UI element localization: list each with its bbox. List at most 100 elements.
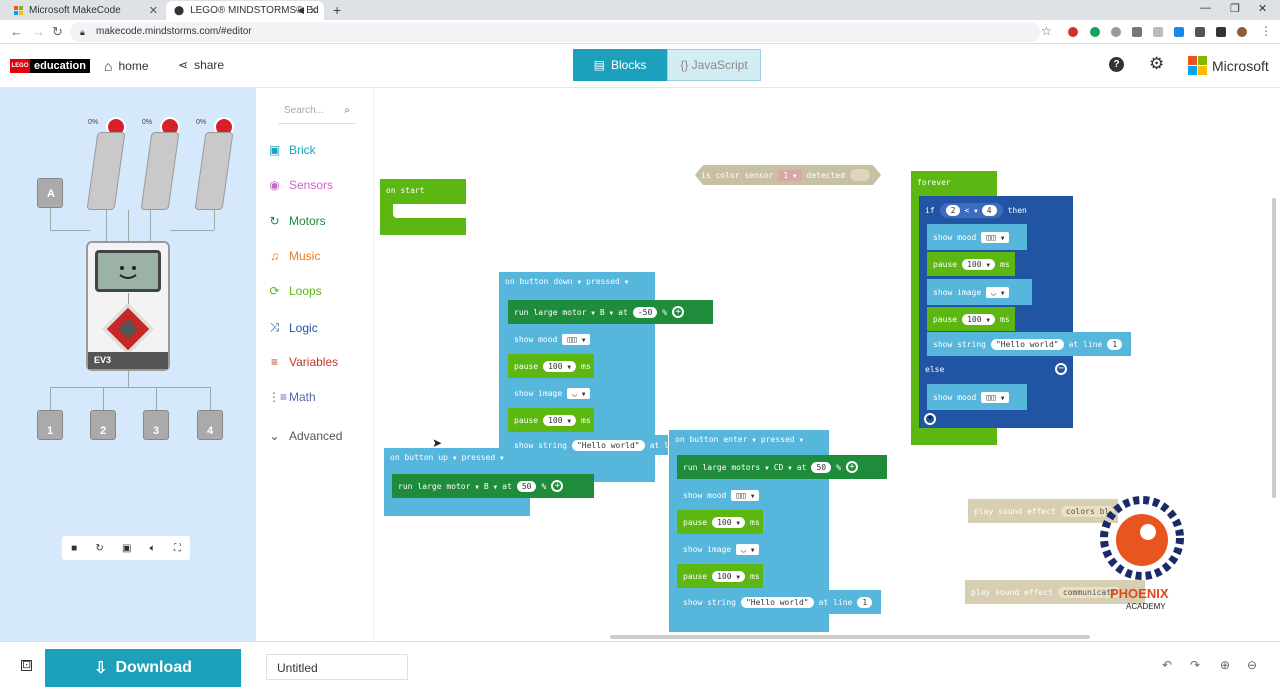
- new-tab-button[interactable]: +: [333, 2, 341, 18]
- show-mood-block[interactable]: show mood ◫◫ ▼: [927, 384, 1027, 410]
- image-dropdown[interactable]: ◡ ▼: [986, 286, 1010, 298]
- ms-input[interactable]: 100 ▼: [712, 516, 745, 528]
- undo-icon[interactable]: ↶: [1162, 658, 1172, 672]
- adblock-extension-icon[interactable]: [1068, 27, 1078, 37]
- expand-plus-icon[interactable]: +: [672, 306, 685, 318]
- speed-input[interactable]: 50: [811, 461, 832, 473]
- pause-block[interactable]: pause 100 ▼ ms: [677, 510, 763, 534]
- horizontal-scrollbar[interactable]: [610, 635, 1090, 639]
- extension-icon[interactable]: [1216, 27, 1226, 37]
- show-mood-block[interactable]: show mood ◫◫ ▼: [508, 327, 607, 351]
- project-name-input[interactable]: Untitled: [266, 654, 408, 680]
- run-motor-block[interactable]: run large motor ▼ B ▼ at -50 % +: [508, 300, 713, 324]
- port-dropdown[interactable]: 1 ▼: [778, 169, 802, 181]
- microsoft-logo[interactable]: Microsoft: [1188, 56, 1269, 75]
- grammarly-extension-icon[interactable]: [1090, 27, 1100, 37]
- blocks-tab[interactable]: ▤ Blocks: [573, 49, 667, 81]
- browser-tab-makecode[interactable]: Microsoft MakeCode ✕: [6, 1, 164, 20]
- restart-icon[interactable]: ↻: [95, 543, 103, 554]
- bookmark-star-icon[interactable]: ☆: [1041, 24, 1052, 38]
- zoom-out-icon[interactable]: ⊖: [1247, 658, 1257, 672]
- puzzle-extensions-icon[interactable]: [1195, 27, 1205, 37]
- stop-icon[interactable]: ■: [71, 543, 77, 554]
- ms-input[interactable]: 100 ▼: [962, 313, 995, 325]
- category-music[interactable]: ♫ Music: [268, 249, 320, 263]
- show-string-block[interactable]: show string "Hello world" at l: [508, 435, 669, 455]
- collapse-minus-icon[interactable]: −: [1055, 363, 1067, 375]
- mood-dropdown[interactable]: ◫◫ ▼: [562, 333, 591, 345]
- expand-plus-icon[interactable]: +: [845, 461, 858, 473]
- number-input[interactable]: 4: [981, 204, 997, 216]
- ms-input[interactable]: 100 ▼: [543, 414, 576, 426]
- image-dropdown[interactable]: ◡ ▼: [736, 543, 760, 555]
- mute-icon[interactable]: 🔈︎: [150, 543, 156, 554]
- close-window-button[interactable]: ✕: [1258, 2, 1267, 15]
- line-input[interactable]: 1: [1107, 338, 1123, 350]
- mood-dropdown[interactable]: ◫◫ ▼: [981, 231, 1010, 243]
- minimize-window-button[interactable]: —: [1200, 2, 1211, 14]
- screenshot-icon[interactable]: ▣: [122, 543, 131, 554]
- port-dropdown[interactable]: CD ▼: [774, 463, 792, 472]
- category-logic[interactable]: ⤨ Logic: [268, 320, 318, 335]
- speed-input[interactable]: -50: [632, 306, 658, 318]
- motor-dropdown[interactable]: large motor ▼: [417, 482, 478, 491]
- ms-input[interactable]: 100 ▼: [712, 570, 745, 582]
- extension-icon[interactable]: [1132, 27, 1142, 37]
- sensor-port-2[interactable]: 2: [90, 410, 116, 440]
- pause-block[interactable]: pause 100 ▼ ms: [677, 564, 763, 588]
- fullscreen-icon[interactable]: ⛶: [174, 543, 181, 554]
- number-input[interactable]: 2: [945, 204, 961, 216]
- compare-block[interactable]: 2 < ▼ 4: [939, 202, 1003, 218]
- show-mood-block[interactable]: show mood ◫◫ ▼: [677, 483, 775, 507]
- string-input[interactable]: "Hello world": [740, 596, 814, 608]
- large-motor-c[interactable]: [140, 132, 180, 210]
- ms-input[interactable]: 100 ▼: [543, 360, 576, 372]
- profile-avatar-icon[interactable]: [1237, 27, 1247, 37]
- operator-dropdown[interactable]: < ▼: [964, 206, 977, 215]
- restore-window-button[interactable]: ❐: [1230, 2, 1240, 15]
- ms-input[interactable]: 100 ▼: [962, 258, 995, 270]
- sensor-port-4[interactable]: 4: [197, 410, 223, 440]
- extension-icon[interactable]: [1153, 27, 1163, 37]
- pause-block[interactable]: pause 100 ▼ ms: [508, 408, 594, 432]
- share-button[interactable]: ⋖ share: [178, 58, 224, 72]
- color-sensor-block[interactable]: is color sensor 1 ▼ detected: [695, 165, 881, 185]
- javascript-tab[interactable]: {} JavaScript: [667, 49, 761, 81]
- motor-dropdown[interactable]: large motors ▼: [702, 463, 768, 472]
- audio-icon[interactable]: ◀︎: [297, 5, 304, 16]
- close-tab-icon[interactable]: ✕: [149, 4, 158, 17]
- port-dropdown[interactable]: B ▼: [484, 482, 497, 491]
- mood-dropdown[interactable]: ◫◫ ▼: [731, 489, 760, 501]
- extension-icon[interactable]: [1111, 27, 1121, 37]
- run-motor-block[interactable]: run large motor ▼ B ▼ at 50 % +: [392, 474, 594, 498]
- help-icon[interactable]: ?: [1109, 57, 1124, 72]
- reload-icon[interactable]: ↻: [52, 24, 63, 40]
- category-motors[interactable]: ↻ Motors: [268, 214, 325, 228]
- mood-dropdown[interactable]: ◫◫ ▼: [981, 391, 1010, 403]
- line-input[interactable]: 1: [857, 596, 873, 608]
- button-dropdown[interactable]: enter ▼: [723, 435, 756, 444]
- show-string-block[interactable]: show string "Hello world" at line 1: [927, 332, 1131, 356]
- extension-icon[interactable]: [1174, 27, 1184, 37]
- browser-menu-icon[interactable]: ⋮: [1260, 24, 1272, 38]
- category-loops[interactable]: ⟳ Loops: [268, 284, 321, 298]
- string-input[interactable]: "Hello world": [990, 338, 1064, 350]
- back-icon[interactable]: ←: [10, 24, 23, 39]
- show-image-block[interactable]: show image ◡ ▼: [508, 381, 612, 405]
- sensor-port-1[interactable]: 1: [37, 410, 63, 440]
- home-button[interactable]: ⌂ home: [104, 58, 149, 74]
- button-dropdown[interactable]: down ▼: [553, 277, 581, 286]
- settings-gear-icon[interactable]: ⚙: [1149, 54, 1164, 74]
- toolbox-search-input[interactable]: Search... ⌕: [278, 98, 356, 124]
- event-dropdown[interactable]: pressed ▼: [461, 453, 503, 462]
- string-input[interactable]: "Hello world": [571, 439, 645, 451]
- vertical-scrollbar[interactable]: [1272, 198, 1276, 498]
- show-image-block[interactable]: show image ◡ ▼: [677, 537, 781, 561]
- speed-input[interactable]: 50: [516, 480, 537, 492]
- pause-block[interactable]: pause 100 ▼ ms: [508, 354, 594, 378]
- redo-icon[interactable]: ↷: [1190, 658, 1200, 672]
- port-dropdown[interactable]: B ▼: [600, 308, 613, 317]
- category-variables[interactable]: ≡ Variables: [268, 355, 338, 369]
- browser-tab-mindstorms[interactable]: ⬤ LEGO® MINDSTORMS® Ed ◀︎ ✕: [166, 1, 324, 20]
- expand-plus-icon[interactable]: +: [551, 480, 564, 492]
